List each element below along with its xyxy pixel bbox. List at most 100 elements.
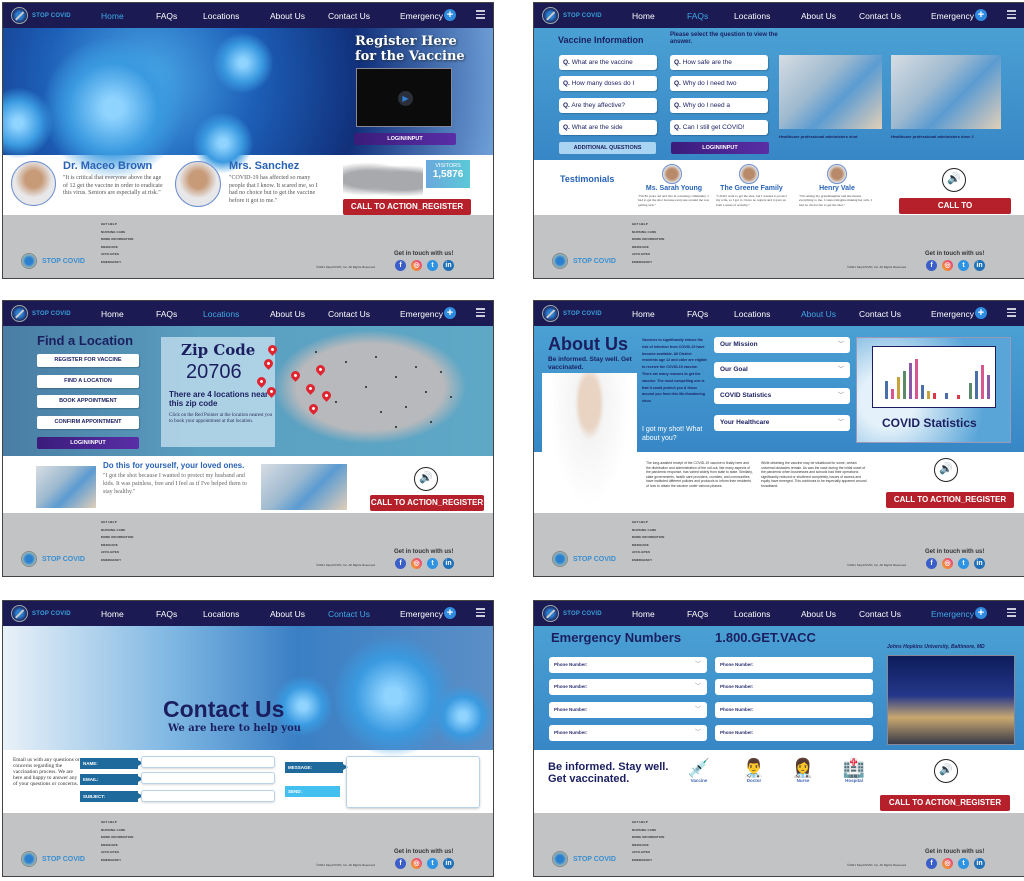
twitter-icon[interactable]: t xyxy=(427,260,438,271)
footer-link[interactable]: MEDICARE xyxy=(101,542,133,550)
nav-locations[interactable]: Locations xyxy=(203,309,239,319)
footer-link[interactable]: EMERGENCY xyxy=(632,557,664,565)
logo[interactable]: STOP COVID xyxy=(542,7,622,24)
nav-emergency[interactable]: Emergency xyxy=(400,11,443,21)
name-input[interactable] xyxy=(141,756,275,768)
nurse-icon[interactable]: 👩‍⚕️ Nurse xyxy=(788,758,818,783)
logo[interactable]: STOP COVID xyxy=(11,605,91,622)
login-button[interactable]: LOGIN/INPUT xyxy=(671,142,769,154)
nav-about[interactable]: About Us xyxy=(270,309,305,319)
footer-link[interactable]: MORE INFORMATION xyxy=(632,236,664,244)
phone-number-select[interactable]: Phone Number: ﹀ xyxy=(549,679,707,695)
phone-number-field[interactable]: Phone Number: xyxy=(715,725,873,741)
footer-link[interactable]: MORE INFORMATION xyxy=(101,834,133,842)
nav-home[interactable]: Home xyxy=(101,309,124,319)
footer-link[interactable]: NURSING CARE xyxy=(632,229,664,237)
nav-faqs[interactable]: FAQs xyxy=(687,609,708,619)
nav-locations[interactable]: Locations xyxy=(734,309,770,319)
plus-circle-icon[interactable]: + xyxy=(444,9,456,21)
covid-statistics-card[interactable]: COVID Statistics xyxy=(856,337,1011,443)
nav-locations[interactable]: Locations xyxy=(734,609,770,619)
footer-link[interactable]: MEDICARE xyxy=(632,542,664,550)
nav-about[interactable]: About Us xyxy=(270,11,305,21)
phone-number-select[interactable]: Phone Number: ﹀ xyxy=(549,725,707,741)
plus-circle-icon[interactable]: + xyxy=(975,9,987,21)
facebook-icon[interactable]: f xyxy=(926,558,937,569)
logo[interactable]: STOP COVID xyxy=(542,605,622,622)
video-player[interactable]: ▶ xyxy=(356,68,452,127)
additional-questions-button[interactable]: ADDITIONAL QUESTIONS xyxy=(559,142,656,154)
twitter-icon[interactable]: t xyxy=(958,558,969,569)
speaker-icon[interactable]: 🔊 xyxy=(934,759,958,783)
nav-about[interactable]: About Us xyxy=(801,609,836,619)
linkedin-icon[interactable]: in xyxy=(443,260,454,271)
logo[interactable]: STOP COVID xyxy=(11,305,91,322)
footer-link[interactable]: MEDICARE xyxy=(632,842,664,850)
footer-logo[interactable]: STOP COVID xyxy=(21,253,85,269)
footer-link[interactable]: AFFILIATES xyxy=(101,849,133,857)
nav-home[interactable]: Home xyxy=(632,11,655,21)
footer-link[interactable]: AFFILIATES xyxy=(632,549,664,557)
footer-link[interactable]: NURSING CARE xyxy=(632,527,664,535)
nav-about[interactable]: About Us xyxy=(801,309,836,319)
plus-circle-icon[interactable]: + xyxy=(975,307,987,319)
footer-link[interactable]: GET HELP xyxy=(101,519,133,527)
subject-input[interactable] xyxy=(141,790,275,802)
footer-link[interactable]: NURSING CARE xyxy=(632,827,664,835)
faq-question[interactable]: Q. How safe are the xyxy=(670,55,768,70)
instagram-icon[interactable]: ◎ xyxy=(411,260,422,271)
cta-register-button[interactable]: CALL TO ACTION_REGISTER xyxy=(899,198,1011,226)
accordion-our-mission[interactable]: Our Mission ﹀ xyxy=(714,337,850,353)
message-textarea[interactable] xyxy=(346,756,480,808)
register-vaccine-button[interactable]: REGISTER FOR VACCINE xyxy=(37,354,139,367)
speaker-icon[interactable]: 🔊 xyxy=(934,458,958,482)
cta-register-button[interactable]: CALL TO ACTION_REGISTER xyxy=(886,492,1014,508)
speaker-icon[interactable]: 🔊 xyxy=(942,168,966,192)
twitter-icon[interactable]: t xyxy=(427,558,438,569)
footer-link[interactable]: GET HELP xyxy=(101,221,133,229)
footer-link[interactable]: AFFILIATES xyxy=(101,549,133,557)
footer-link[interactable]: NURSING CARE xyxy=(101,229,133,237)
hamburger-menu-icon[interactable] xyxy=(1007,10,1016,19)
footer-link[interactable]: AFFILIATES xyxy=(632,849,664,857)
linkedin-icon[interactable]: in xyxy=(443,558,454,569)
hamburger-menu-icon[interactable] xyxy=(476,308,485,317)
accordion-our-goal[interactable]: Our Goal ﹀ xyxy=(714,362,850,378)
nav-home[interactable]: Home xyxy=(632,309,655,319)
phone-number-field[interactable]: Phone Number: xyxy=(715,679,873,695)
faq-question[interactable]: Q. What are the side xyxy=(559,120,657,135)
cta-register-button[interactable]: CALL TO ACTION_REGISTER xyxy=(343,199,471,215)
instagram-icon[interactable]: ◎ xyxy=(942,260,953,271)
nav-emergency[interactable]: Emergency xyxy=(931,11,974,21)
footer-link[interactable]: MORE INFORMATION xyxy=(101,534,133,542)
nav-emergency[interactable]: Emergency xyxy=(400,609,443,619)
footer-link[interactable]: MORE INFORMATION xyxy=(632,834,664,842)
faq-question[interactable]: Q. Why do I need two xyxy=(670,76,768,91)
footer-link[interactable]: NURSING CARE xyxy=(101,827,133,835)
instagram-icon[interactable]: ◎ xyxy=(411,858,422,869)
footer-logo[interactable]: STOP COVID xyxy=(552,253,616,269)
nav-faqs[interactable]: FAQs xyxy=(156,309,177,319)
login-button[interactable]: LOGIN/INPUT xyxy=(354,133,456,145)
footer-link[interactable]: EMERGENCY xyxy=(632,259,664,267)
footer-link[interactable]: GET HELP xyxy=(101,819,133,827)
footer-logo[interactable]: STOP COVID xyxy=(21,851,85,867)
nav-faqs[interactable]: FAQs xyxy=(156,609,177,619)
footer-link[interactable]: EMERGENCY xyxy=(101,259,133,267)
accordion-covid-statistics[interactable]: COVID Statistics ﹀ xyxy=(714,388,850,404)
linkedin-icon[interactable]: in xyxy=(974,558,985,569)
nav-contact[interactable]: Contact Us xyxy=(859,11,901,21)
us-map[interactable] xyxy=(275,331,465,443)
nav-about[interactable]: About Us xyxy=(270,609,305,619)
footer-link[interactable]: MORE INFORMATION xyxy=(632,534,664,542)
footer-link[interactable]: MEDICARE xyxy=(632,244,664,252)
phone-number-field[interactable]: Phone Number: xyxy=(715,702,873,718)
nav-locations[interactable]: Locations xyxy=(203,609,239,619)
twitter-icon[interactable]: t xyxy=(427,858,438,869)
nav-emergency[interactable]: Emergency xyxy=(931,309,974,319)
nav-faqs[interactable]: FAQs xyxy=(156,11,177,21)
faq-question[interactable]: Q. Why do I need a xyxy=(670,98,768,113)
faq-question[interactable]: Q. How many doses do I xyxy=(559,76,657,91)
nav-faqs[interactable]: FAQs xyxy=(687,309,708,319)
footer-link[interactable]: GET HELP xyxy=(632,519,664,527)
